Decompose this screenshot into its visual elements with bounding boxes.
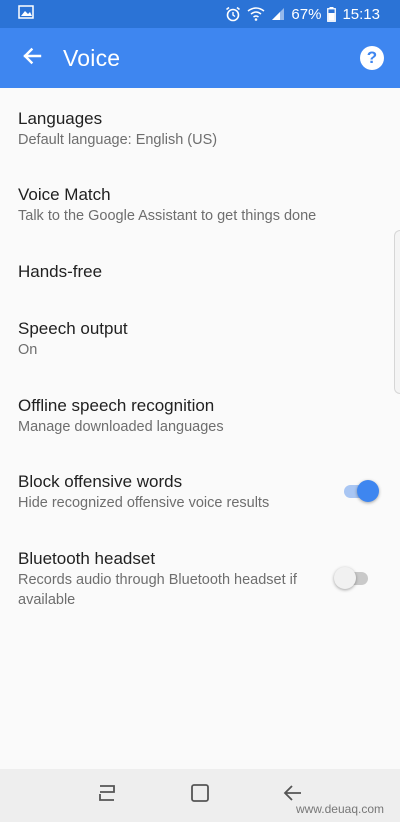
setting-subtitle: Talk to the Google Assistant to get thin…	[18, 208, 317, 224]
setting-title: Offline speech recognition	[18, 396, 215, 415]
recent-apps-icon	[96, 783, 118, 808]
setting-title: Hands-free	[18, 262, 103, 281]
signal-icon	[271, 7, 285, 21]
app-bar: Voice ?	[0, 28, 400, 88]
recent-apps-button[interactable]	[87, 776, 127, 816]
help-icon: ?	[366, 48, 378, 67]
setting-subtitle: Default language: English (US)	[18, 132, 218, 148]
battery-icon	[327, 6, 337, 22]
clock-time: 15:13	[342, 5, 380, 23]
wifi-icon	[247, 7, 265, 21]
watermark: www.deuaq.com	[295, 802, 384, 816]
bluetooth-headset-toggle[interactable]	[334, 566, 372, 590]
setting-voice-match[interactable]: Voice Match Talk to the Google Assistant…	[0, 184, 400, 226]
setting-languages[interactable]: Languages Default language: English (US)	[0, 108, 400, 150]
page-title: Voice	[63, 44, 121, 71]
toggle-thumb	[357, 480, 379, 502]
battery-percentage: 67%	[291, 5, 322, 23]
back-button[interactable]	[2, 28, 62, 88]
home-button[interactable]	[180, 776, 220, 816]
setting-block-offensive-words[interactable]: Block offensive words Hide recognized of…	[0, 471, 400, 513]
setting-offline-speech[interactable]: Offline speech recognition Manage downlo…	[0, 395, 400, 437]
setting-title: Languages	[18, 109, 103, 128]
setting-title: Voice Match	[18, 185, 111, 204]
setting-subtitle: On	[18, 342, 38, 358]
toggle-thumb	[334, 567, 356, 589]
status-indicators: 67% 15:13	[225, 6, 380, 23]
block-offensive-words-toggle[interactable]	[342, 479, 380, 503]
edge-panel-handle[interactable]	[394, 230, 400, 394]
alarm-icon	[225, 6, 241, 22]
setting-speech-output[interactable]: Speech output On	[0, 318, 400, 360]
help-button[interactable]: ?	[360, 46, 384, 70]
setting-subtitle: Manage downloaded languages	[18, 419, 224, 435]
status-bar: 67% 15:13	[0, 0, 400, 28]
setting-title: Speech output	[18, 319, 128, 338]
setting-hands-free[interactable]: Hands-free	[0, 261, 400, 283]
image-icon	[18, 5, 34, 23]
arrow-left-icon	[22, 46, 42, 71]
setting-subtitle: Records audio through Bluetooth headset …	[18, 572, 297, 608]
home-icon	[190, 783, 210, 808]
